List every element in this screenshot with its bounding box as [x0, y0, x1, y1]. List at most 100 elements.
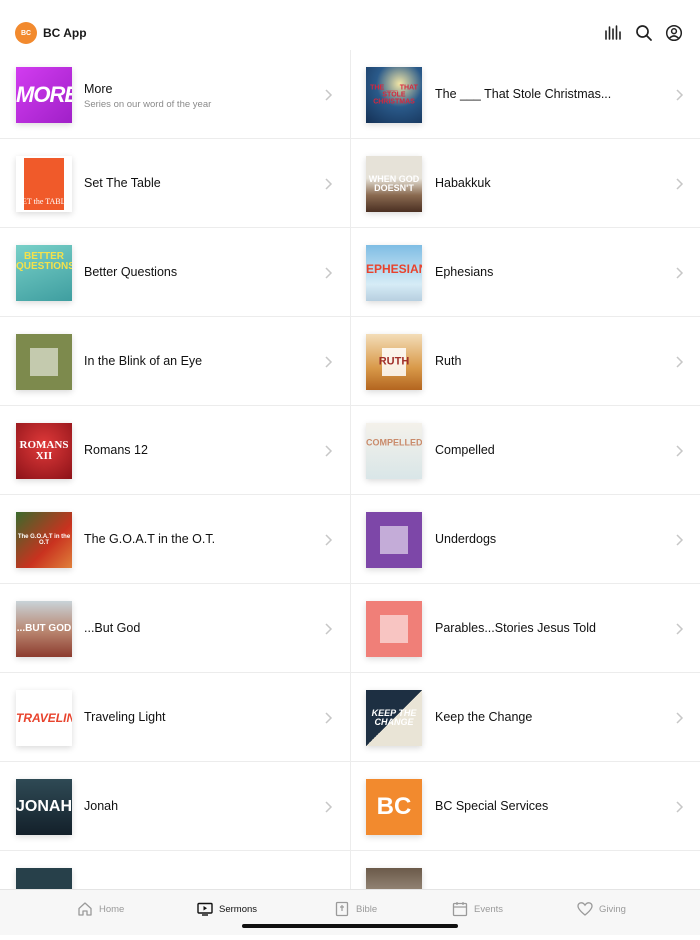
chevron-right-icon: [325, 534, 333, 546]
series-row-more[interactable]: MORE More Series on our word of the year: [0, 50, 350, 139]
series-thumbnail: [366, 512, 422, 568]
chevron-right-icon: [325, 712, 333, 724]
chevron-right-icon: [325, 445, 333, 457]
series-row-ephesians[interactable]: EPHESIANS Ephesians: [351, 228, 700, 317]
chevron-right-icon: [325, 801, 333, 813]
series-title: Ruth: [435, 354, 462, 368]
placeholder-square: [380, 526, 408, 554]
series-row-ruth[interactable]: RUTH Ruth: [351, 317, 700, 406]
thumbnail-art-text: RUTH: [378, 355, 410, 368]
tab-giving[interactable]: Giving: [577, 900, 626, 918]
chevron-right-icon: [676, 712, 684, 724]
series-title: Traveling Light: [84, 710, 166, 724]
series-row-jonah[interactable]: JONAH Jonah: [0, 762, 350, 851]
series-thumbnail: BETTER QUESTIONS: [16, 245, 72, 301]
series-row-goat[interactable]: The G.O.A.T in the O.T The G.O.A.T in th…: [0, 495, 350, 584]
chevron-right-icon: [325, 623, 333, 635]
series-subtitle: Series on our word of the year: [84, 99, 212, 110]
series-row-stole-christmas[interactable]: THE ___ THAT STOLE CHRISTMAS The ___ Tha…: [351, 50, 700, 139]
chevron-right-icon: [325, 89, 333, 101]
series-row-parables[interactable]: Parables...Stories Jesus Told: [351, 584, 700, 673]
series-thumbnail: WHEN GOD DOESN'T: [366, 156, 422, 212]
tab-events[interactable]: Events: [452, 900, 503, 918]
series-title: The G.O.A.T in the O.T.: [84, 532, 216, 546]
series-row-keep-the-change[interactable]: KEEP THE CHANGE Keep the Change: [351, 673, 700, 762]
series-row-underdogs[interactable]: Underdogs: [351, 495, 700, 584]
series-title: ...But God: [84, 621, 141, 635]
series-thumbnail: JONAH: [16, 779, 72, 835]
tab-label: Bible: [356, 903, 378, 915]
series-title: The ___ That Stole Christmas...: [435, 87, 612, 101]
series-thumbnail: RUTH: [366, 334, 422, 390]
tab-home[interactable]: Home: [77, 900, 124, 918]
thumbnail-art-text: SET the TABLE: [17, 197, 71, 206]
tab-label: Giving: [599, 903, 626, 915]
thumbnail-art-text: EPHESIANS: [366, 261, 422, 276]
tab-bible[interactable]: Bible: [334, 900, 377, 918]
series-title: Better Questions: [84, 265, 178, 279]
thumbnail-art-text: KEEP THE CHANGE: [371, 708, 417, 727]
thumbnail-art-text: BC: [376, 793, 412, 820]
thumbnail-art-text: BETTER QUESTIONS: [16, 250, 72, 272]
chevron-right-icon: [325, 356, 333, 368]
series-thumbnail: SET the TABLE: [16, 156, 72, 212]
series-thumbnail: THE ___ THAT STOLE CHRISTMAS: [366, 67, 422, 123]
app-logo-text: BC: [20, 29, 32, 37]
chevron-right-icon: [325, 178, 333, 190]
placeholder-square: [380, 615, 408, 643]
series-title: More: [84, 82, 113, 96]
series-row-habakkuk[interactable]: WHEN GOD DOESN'T Habakkuk: [351, 139, 700, 228]
series-title: BC Special Services: [435, 799, 549, 813]
series-thumbnail: BC: [366, 779, 422, 835]
search-icon[interactable]: [635, 24, 653, 42]
series-title: Set The Table: [84, 176, 161, 190]
tab-label: Home: [99, 903, 125, 915]
series-title: Romans 12: [84, 443, 148, 457]
account-icon[interactable]: [665, 24, 683, 42]
series-row-special-services[interactable]: BC BC Special Services: [351, 762, 700, 851]
heart-icon: [577, 902, 593, 916]
series-row-romans-12[interactable]: ROMANS XII Romans 12: [0, 406, 350, 495]
tab-sermons[interactable]: Sermons: [197, 900, 257, 918]
chevron-right-icon: [676, 623, 684, 635]
chevron-right-icon: [676, 178, 684, 190]
thumbnail-art-text: MORE: [16, 82, 72, 107]
chevron-right-icon: [676, 534, 684, 546]
series-row-better-questions[interactable]: BETTER QUESTIONS Better Questions: [0, 228, 350, 317]
chevron-right-icon: [676, 89, 684, 101]
series-thumbnail: COMPELLED: [366, 423, 422, 479]
chevron-right-icon: [676, 445, 684, 457]
sermon-series-list-right: THE ___ THAT STOLE CHRISTMAS The ___ Tha…: [351, 50, 700, 940]
series-title: Ephesians: [435, 265, 494, 279]
thumbnail-art-text: The G.O.A.T in the O.T: [17, 534, 71, 546]
series-title: Underdogs: [435, 532, 497, 546]
home-icon: [78, 902, 92, 916]
series-title: Compelled: [435, 443, 495, 457]
series-title: Parables...Stories Jesus Told: [435, 621, 596, 635]
series-thumbnail: EPHESIANS: [366, 245, 422, 301]
bible-icon: [335, 901, 349, 917]
series-thumbnail: TRAVELING: [16, 690, 72, 746]
series-title: In the Blink of an Eye: [84, 354, 203, 368]
series-row-blink-of-an-eye[interactable]: In the Blink of an Eye: [0, 317, 350, 406]
tv-icon: [197, 902, 213, 916]
series-thumbnail: ...BUT GOD: [16, 601, 72, 657]
chevron-right-icon: [676, 356, 684, 368]
app-logo[interactable]: BC: [15, 22, 37, 44]
series-thumbnail: MORE: [16, 67, 72, 123]
series-row-traveling-light[interactable]: TRAVELING Traveling Light: [0, 673, 350, 762]
series-row-compelled[interactable]: COMPELLED Compelled: [351, 406, 700, 495]
placeholder-square: [30, 348, 58, 376]
series-row-but-god[interactable]: ...BUT GOD ...But God: [0, 584, 350, 673]
thumbnail-art-text: TRAVELING: [16, 711, 72, 725]
app-title: BC App: [43, 26, 87, 40]
series-row-set-the-table[interactable]: SET the TABLE Set The Table: [0, 139, 350, 228]
series-title: Jonah: [84, 799, 119, 813]
series-thumbnail: KEEP THE CHANGE: [366, 690, 422, 746]
sermon-series-list-left: MORE More Series on our word of the year…: [0, 50, 350, 940]
chevron-right-icon: [676, 267, 684, 279]
series-thumbnail: The G.O.A.T in the O.T: [16, 512, 72, 568]
home-indicator: [242, 924, 458, 928]
audio-bars-icon[interactable]: [604, 24, 622, 42]
chevron-right-icon: [325, 267, 333, 279]
